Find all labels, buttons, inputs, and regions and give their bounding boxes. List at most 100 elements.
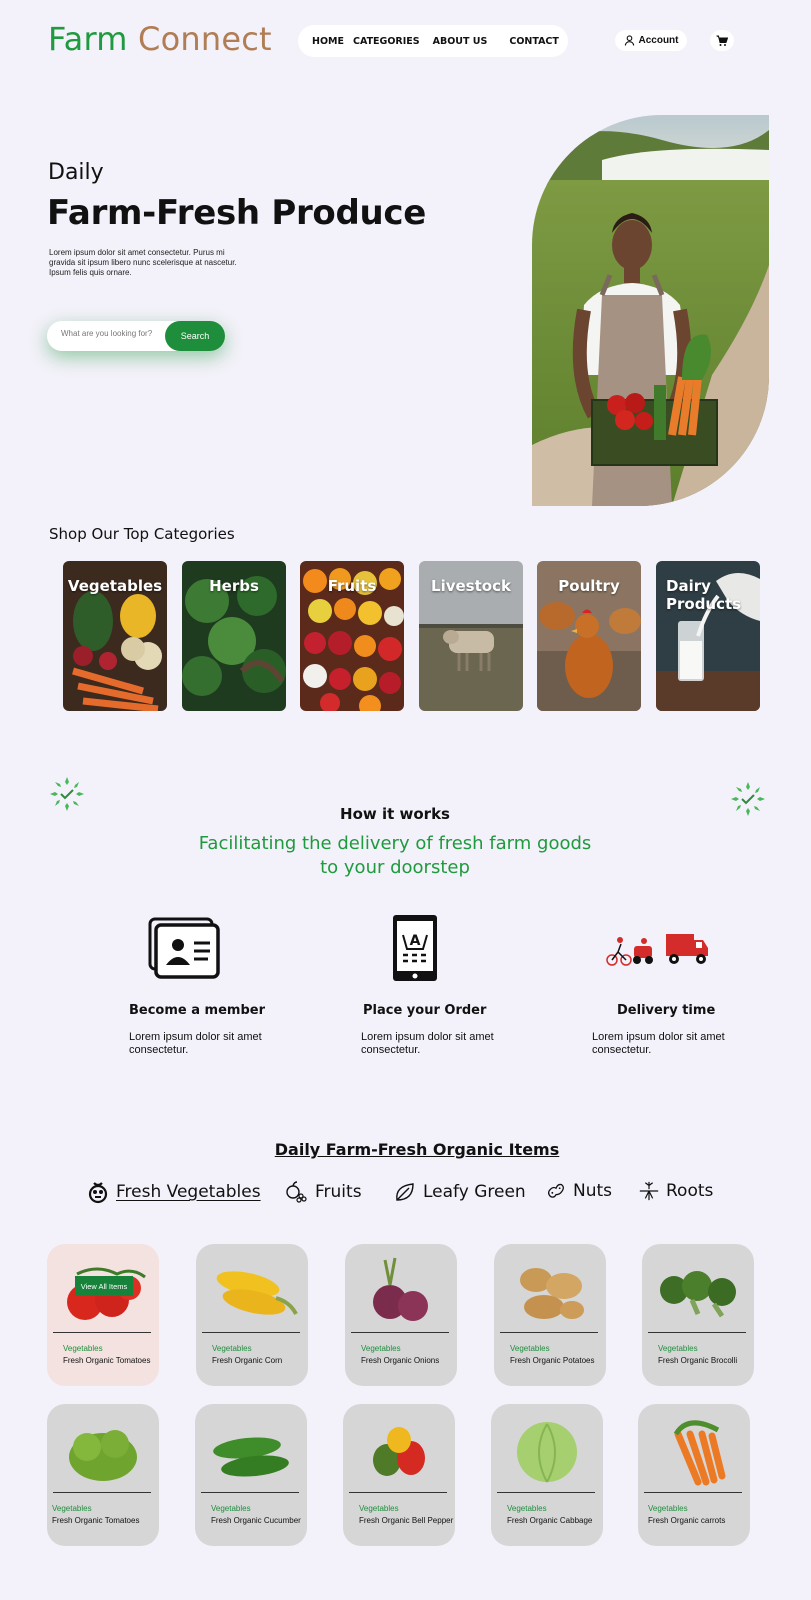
mobile-cart-icon: A <box>393 915 437 981</box>
step-description: Lorem ipsum dolor sit amet consectetur. <box>129 1031 262 1056</box>
onions-image <box>373 1257 428 1321</box>
how-it-works-title: How it works <box>340 805 450 823</box>
category-card-vegetables[interactable]: Vegetables <box>63 561 167 711</box>
hero-headline: Farm-Fresh Produce <box>47 193 427 233</box>
product-category: Vegetables <box>361 1344 401 1353</box>
potatoes-image <box>520 1268 584 1319</box>
fruit-icon <box>286 1181 307 1203</box>
category-card-dairy-products[interactable]: Dairy Products <box>656 561 760 711</box>
product-card[interactable]: Vegetables Fresh Organic Cucumber <box>195 1404 307 1546</box>
lettuce-image <box>69 1430 137 1481</box>
product-card[interactable]: Vegetables Fresh Organic Potatoes <box>494 1244 606 1386</box>
delivery-truck-icon <box>606 934 708 966</box>
step-description: Lorem ipsum dolor sit amet consectetur. <box>361 1031 494 1056</box>
cart-icon <box>716 35 728 46</box>
product-card[interactable]: Vegetables Fresh Organic Tomatoes <box>47 1404 159 1546</box>
search-bar: Search <box>47 321 225 351</box>
nav-about-us[interactable]: ABOUT US <box>433 36 488 47</box>
root-icon <box>639 1181 659 1201</box>
card-divider <box>648 1332 746 1333</box>
product-category: Vegetables <box>212 1344 252 1353</box>
search-button[interactable]: Search <box>165 321 225 351</box>
product-category: Vegetables <box>211 1504 251 1513</box>
category-card-livestock[interactable]: Livestock <box>419 561 523 711</box>
product-category: Vegetables <box>63 1344 103 1353</box>
cabbage-image <box>517 1422 577 1483</box>
product-name: Fresh Organic Potatoes <box>510 1356 595 1365</box>
category-card-herbs[interactable]: Herbs <box>182 561 286 711</box>
tab-fresh-vegetables[interactable]: Fresh Vegetables <box>86 1180 261 1204</box>
category-label: Poultry <box>558 577 620 595</box>
product-name: Fresh Organic Cucumber <box>211 1516 301 1525</box>
view-all-items-button[interactable]: View All Items <box>75 1276 133 1296</box>
product-card[interactable]: Vegetables Fresh Organic Brocolli <box>642 1244 754 1386</box>
tab-label: Nuts <box>573 1181 613 1201</box>
category-label: Livestock <box>431 577 511 595</box>
product-name: Fresh Organic Corn <box>212 1356 283 1365</box>
product-category: Vegetables <box>648 1504 688 1513</box>
hero-kicker: Daily <box>48 160 104 185</box>
broccoli-image <box>660 1271 736 1318</box>
category-label: Vegetables <box>67 577 163 595</box>
cucumber-image <box>213 1437 289 1477</box>
category-label: Fruits <box>327 577 377 595</box>
product-category: Vegetables <box>52 1504 92 1513</box>
product-card[interactable]: View All Items Vegetables Fresh Organic … <box>47 1244 159 1386</box>
hero-description: Lorem ipsum dolor sit amet consectetur. … <box>49 248 237 277</box>
card-divider <box>500 1332 598 1333</box>
step-title: Place your Order <box>363 1003 487 1018</box>
subtitle-line-1: Facilitating the delivery of fresh farm … <box>198 833 592 854</box>
product-category: Vegetables <box>658 1344 698 1353</box>
product-name: Fresh Organic Cabbage <box>507 1516 593 1525</box>
bell-pepper-image <box>373 1427 425 1476</box>
svg-text:A: A <box>410 933 421 949</box>
nav-home[interactable]: HOME <box>312 36 344 47</box>
logo[interactable]: Farm Connect <box>48 20 272 58</box>
card-divider <box>201 1492 299 1493</box>
category-label-text: Dairy Products <box>666 577 742 613</box>
tab-fruits[interactable]: Fruits <box>285 1180 362 1204</box>
tab-label: Roots <box>666 1181 714 1201</box>
nut-icon <box>548 1183 564 1198</box>
product-card[interactable]: Vegetables Fresh Organic Bell Pepper <box>343 1404 455 1546</box>
hero-farmer-image <box>532 115 769 506</box>
account-label: Account <box>638 35 679 46</box>
step-description: Lorem ipsum dolor sit amet consectetur. <box>592 1031 725 1056</box>
tab-nuts[interactable]: Nuts <box>545 1180 612 1202</box>
categories-title: Shop Our Top Categories <box>49 525 235 543</box>
step-title: Delivery time <box>617 1003 716 1018</box>
tab-label: Fruits <box>315 1182 362 1202</box>
product-name: Fresh Organic Onions <box>361 1356 440 1365</box>
product-card[interactable]: Vegetables Fresh Organic Onions <box>345 1244 457 1386</box>
tab-roots[interactable]: Roots <box>638 1180 713 1202</box>
search-input[interactable] <box>61 329 171 338</box>
card-divider <box>351 1332 449 1333</box>
subtitle-line-2: to your doorstep <box>320 857 470 878</box>
account-button[interactable]: Account <box>615 30 687 51</box>
main-nav: HOME CATEGORIES ABOUT US CONTACT <box>298 25 568 57</box>
tab-leafy-green[interactable]: Leafy Green <box>393 1180 526 1204</box>
card-divider <box>349 1492 447 1493</box>
category-card-fruits[interactable]: Fruits <box>300 561 404 711</box>
product-name: Fresh Organic Tomatoes <box>63 1356 151 1365</box>
product-category: Vegetables <box>507 1504 547 1513</box>
product-category: Vegetables <box>359 1504 399 1513</box>
product-name: Fresh Organic carrots <box>648 1516 726 1525</box>
member-card-icon <box>148 917 220 979</box>
product-card[interactable]: Vegetables Fresh Organic Cabbage <box>491 1404 603 1546</box>
organic-items-title: Daily Farm-Fresh Organic Items <box>274 1140 560 1159</box>
card-divider <box>53 1332 151 1333</box>
cart-button[interactable] <box>710 30 734 51</box>
corn-image <box>216 1271 298 1315</box>
step-title: Become a member <box>129 1003 265 1018</box>
nav-contact[interactable]: CONTACT <box>509 36 559 47</box>
product-card[interactable]: Vegetables Fresh Organic Corn <box>196 1244 308 1386</box>
carrots-image <box>673 1420 726 1486</box>
nav-categories[interactable]: CATEGORIES <box>353 36 420 47</box>
product-card[interactable]: Vegetables Fresh Organic carrots <box>638 1404 750 1546</box>
product-name: Fresh Organic Tomatoes <box>52 1516 140 1525</box>
leaf-icon <box>396 1183 414 1201</box>
category-label: Dairy Products <box>656 577 760 613</box>
how-it-works-subtitle: Facilitating the delivery of fresh farm … <box>0 832 790 880</box>
category-card-poultry[interactable]: Poultry <box>537 561 641 711</box>
